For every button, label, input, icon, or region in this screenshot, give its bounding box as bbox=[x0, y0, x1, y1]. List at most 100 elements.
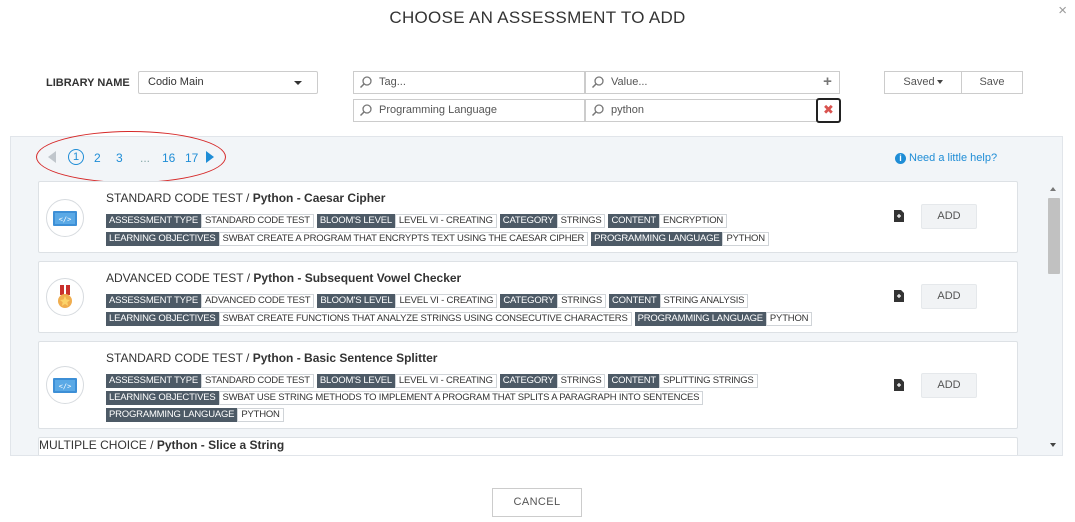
assessment-card: </> STANDARD CODE TEST / Python - Caesar… bbox=[38, 181, 1018, 253]
scrollbar[interactable] bbox=[1046, 182, 1062, 452]
scrollbar-thumb[interactable] bbox=[1048, 198, 1060, 274]
tag-value: STRINGS bbox=[556, 374, 606, 388]
assessment-card: ADVANCED CODE TEST / Python - Subsequent… bbox=[38, 261, 1018, 333]
tag-key: CONTENT bbox=[608, 214, 659, 228]
filter-value-value: python bbox=[611, 104, 645, 116]
tag-key: BLOOM'S LEVEL bbox=[317, 294, 396, 308]
saved-label: Saved bbox=[903, 76, 935, 88]
tag-value: SWBAT CREATE FUNCTIONS THAT ANALYZE STRI… bbox=[218, 312, 632, 326]
tag-key: CONTENT bbox=[608, 374, 659, 388]
tag-key: LEARNING OBJECTIVES bbox=[106, 391, 219, 405]
tag-key: CATEGORY bbox=[500, 294, 558, 308]
search-icon bbox=[591, 76, 604, 89]
add-filter-button[interactable]: + bbox=[816, 71, 840, 94]
search-icon bbox=[359, 104, 372, 117]
tag-value: PYTHON bbox=[722, 232, 769, 246]
tag-row: PROGRAMMING LANGUAGE PYTHON bbox=[106, 406, 287, 422]
tag-key: LEARNING OBJECTIVES bbox=[106, 232, 219, 246]
cancel-button[interactable]: CANCEL bbox=[492, 488, 582, 517]
tag-value: ENCRYPTION bbox=[658, 214, 728, 228]
tag-key: LEARNING OBJECTIVES bbox=[106, 312, 219, 326]
tag-key: BLOOM'S LEVEL bbox=[316, 374, 395, 388]
tag-key: PROGRAMMING LANGUAGE bbox=[634, 312, 766, 326]
close-icon[interactable]: × bbox=[1058, 2, 1067, 19]
tag-row: LEARNING OBJECTIVES SWBAT USE STRING METH… bbox=[106, 389, 706, 405]
tag-key: ASSESSMENT TYPE bbox=[106, 294, 202, 308]
assessment-title: MULTIPLE CHOICE / Python - Slice a Strin… bbox=[39, 438, 285, 452]
save-button[interactable]: Save bbox=[962, 71, 1023, 94]
tag-input[interactable]: Tag... bbox=[353, 71, 585, 94]
assessment-name: Python - Subsequent Vowel Checker bbox=[253, 271, 462, 285]
remove-filter-button[interactable]: ✖ bbox=[816, 98, 841, 123]
info-icon: i bbox=[895, 153, 906, 164]
tag-value: LEVEL VI - CREATING bbox=[394, 214, 497, 228]
tag-row: ASSESSMENT TYPE STANDARD CODE TEST BLOOM'S… bbox=[106, 372, 761, 388]
medal-icon bbox=[46, 278, 84, 316]
assessment-title: STANDARD CODE TEST / Python - Caesar Cip… bbox=[106, 191, 386, 205]
add-button[interactable]: ADD bbox=[921, 284, 977, 309]
tag-key: BLOOM'S LEVEL bbox=[316, 214, 395, 228]
tag-row: ASSESSMENT TYPE ADVANCED CODE TEST BLOOM'S… bbox=[106, 292, 751, 308]
assessment-type: STANDARD CODE TEST bbox=[106, 351, 243, 365]
caret-down-icon bbox=[294, 81, 302, 85]
add-button[interactable]: ADD bbox=[921, 204, 977, 229]
assessment-card: MULTIPLE CHOICE / Python - Slice a Strin… bbox=[38, 437, 1018, 455]
tag-key: ASSESSMENT TYPE bbox=[106, 214, 202, 228]
library-select[interactable]: Codio Main bbox=[138, 71, 318, 94]
svg-text:</>: </> bbox=[59, 383, 72, 391]
help-link-label: Need a little help? bbox=[909, 152, 998, 164]
tag-value: STANDARD CODE TEST bbox=[201, 374, 314, 388]
tag-key: CATEGORY bbox=[499, 214, 557, 228]
filter-value-field[interactable]: python bbox=[585, 99, 817, 122]
search-icon bbox=[359, 76, 372, 89]
scroll-up-icon[interactable] bbox=[1050, 187, 1056, 191]
filter-tag-value: Programming Language bbox=[379, 104, 498, 116]
library-name-label: LIBRARY NAME bbox=[46, 77, 130, 89]
assessment-card: </> STANDARD CODE TEST / Python - Basic … bbox=[38, 341, 1018, 429]
tag-value: ADVANCED CODE TEST bbox=[201, 294, 315, 308]
tag-value: LEVEL VI - CREATING bbox=[395, 294, 498, 308]
filter-tag-field[interactable]: Programming Language bbox=[353, 99, 585, 122]
assessment-type: ADVANCED CODE TEST bbox=[106, 271, 244, 285]
tag-row: ASSESSMENT TYPE STANDARD CODE TEST BLOOM'S… bbox=[106, 212, 730, 228]
assessment-name: Python - Caesar Cipher bbox=[252, 191, 386, 205]
document-icon[interactable] bbox=[894, 290, 904, 302]
tag-value: PYTHON bbox=[765, 312, 813, 326]
tag-key: ASSESSMENT TYPE bbox=[106, 374, 202, 388]
code-icon: </> bbox=[46, 199, 84, 237]
caret-down-icon bbox=[936, 80, 943, 85]
svg-text:</>: </> bbox=[59, 216, 72, 224]
highlight-annotation bbox=[36, 131, 226, 183]
tag-value: SPLITTING STRINGS bbox=[658, 374, 758, 388]
tag-key: CONTENT bbox=[609, 294, 660, 308]
tag-value: STRINGS bbox=[556, 214, 606, 228]
assessment-title: ADVANCED CODE TEST / Python - Subsequent… bbox=[106, 271, 462, 285]
tag-row: LEARNING OBJECTIVES SWBAT CREATE A PROGRA… bbox=[106, 230, 772, 246]
tag-value: STRINGS bbox=[557, 294, 606, 308]
assessment-name: Python - Slice a String bbox=[156, 438, 285, 452]
scroll-down-icon[interactable] bbox=[1050, 443, 1056, 447]
assessment-card-clip: MULTIPLE CHOICE / Python - Slice a Strin… bbox=[38, 437, 1018, 455]
tag-value: SWBAT CREATE A PROGRAM THAT ENCRYPTS TEX… bbox=[218, 232, 589, 246]
tag-row: LEARNING OBJECTIVES SWBAT CREATE FUNCTION… bbox=[106, 310, 815, 326]
document-icon[interactable] bbox=[894, 379, 904, 391]
tag-value: STANDARD CODE TEST bbox=[201, 214, 314, 228]
value-input-placeholder: Value... bbox=[611, 76, 648, 88]
assessment-title: STANDARD CODE TEST / Python - Basic Sent… bbox=[106, 351, 438, 365]
tag-value: STRING ANALYSIS bbox=[659, 294, 749, 308]
assessment-type: MULTIPLE CHOICE bbox=[39, 438, 147, 452]
assessment-name: Python - Basic Sentence Splitter bbox=[252, 351, 438, 365]
tag-key: PROGRAMMING LANGUAGE bbox=[106, 408, 238, 422]
tag-value: LEVEL VI - CREATING bbox=[394, 374, 497, 388]
tag-key: PROGRAMMING LANGUAGE bbox=[591, 232, 723, 246]
dialog-title: CHOOSE AN ASSESSMENT TO ADD bbox=[389, 8, 686, 27]
help-link[interactable]: i Need a little help? bbox=[895, 152, 997, 164]
tag-value: SWBAT USE STRING METHODS TO IMPLEMENT A … bbox=[218, 391, 704, 405]
document-icon[interactable] bbox=[894, 210, 904, 222]
assessment-type: STANDARD CODE TEST bbox=[106, 191, 243, 205]
add-button[interactable]: ADD bbox=[921, 373, 977, 398]
tag-key: CATEGORY bbox=[499, 374, 557, 388]
saved-dropdown-button[interactable]: Saved bbox=[884, 71, 962, 94]
value-input[interactable]: Value... bbox=[585, 71, 817, 94]
library-select-value: Codio Main bbox=[148, 76, 204, 88]
